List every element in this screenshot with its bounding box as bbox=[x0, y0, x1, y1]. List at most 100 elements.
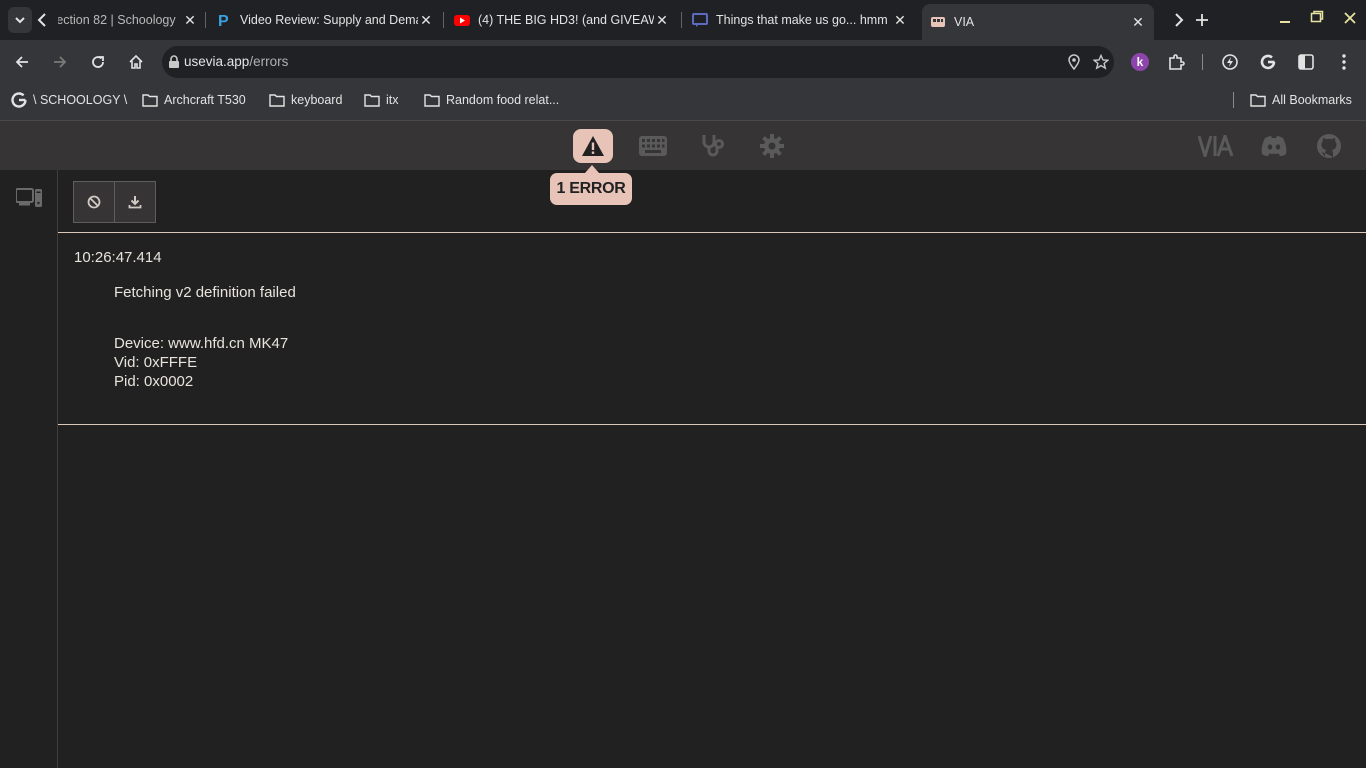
bookmark-label: Random food relat... bbox=[446, 93, 560, 107]
svg-text:P: P bbox=[218, 13, 229, 28]
close-tab-icon[interactable]: ✕ bbox=[892, 12, 908, 28]
tab-title: Section 82 | Schoology bbox=[58, 13, 176, 27]
keyboard-icon bbox=[639, 136, 667, 156]
ban-icon bbox=[87, 195, 101, 209]
folder-icon bbox=[142, 94, 158, 107]
home-button[interactable] bbox=[122, 48, 150, 76]
error-vid: Vid: 0xFFFE bbox=[114, 354, 198, 371]
bookmark-folder-keyboard[interactable]: keyboard bbox=[269, 84, 342, 116]
tab-youtube[interactable]: (4) THE BIG HD3! (and GIVEAWAY ✕ bbox=[454, 4, 670, 36]
all-bookmarks-button[interactable]: All Bookmarks bbox=[1250, 84, 1352, 116]
tab-title: Things that make us go... hmm bbox=[716, 13, 888, 27]
close-tab-icon[interactable]: ✕ bbox=[418, 12, 434, 28]
github-icon bbox=[1317, 134, 1341, 158]
location-pin-icon[interactable] bbox=[1067, 54, 1081, 70]
tooltip-arrow bbox=[585, 165, 599, 173]
bookmark-folder-random-food[interactable]: Random food relat... bbox=[424, 84, 559, 116]
clear-errors-button[interactable] bbox=[73, 181, 115, 223]
address-bar[interactable]: usevia.app/errors bbox=[162, 46, 1114, 78]
profile-avatar: k bbox=[1131, 53, 1149, 71]
bookmark-folder-itx[interactable]: itx bbox=[364, 84, 399, 116]
browser-toolbar: usevia.app/errors k bbox=[0, 40, 1366, 84]
gear-icon bbox=[760, 134, 784, 158]
app-header bbox=[0, 121, 1366, 170]
side-panel-icon bbox=[1298, 54, 1314, 70]
minimize-icon bbox=[1280, 21, 1290, 23]
side-panel-button[interactable] bbox=[1292, 48, 1320, 76]
close-tab-icon[interactable]: ✕ bbox=[182, 12, 198, 28]
folder-icon bbox=[1250, 94, 1266, 107]
forward-button[interactable] bbox=[46, 48, 74, 76]
error-controls bbox=[73, 181, 156, 223]
restore-icon bbox=[1310, 10, 1324, 23]
close-tab-icon[interactable]: ✕ bbox=[654, 12, 670, 28]
via-logo-link[interactable] bbox=[1196, 129, 1240, 163]
error-entry: 10:26:47.414 Fetching v2 definition fail… bbox=[58, 233, 1366, 423]
close-window-button[interactable] bbox=[1343, 11, 1357, 25]
tab-schoology[interactable]: Section 82 | Schoology ✕ bbox=[58, 4, 204, 36]
error-count-tooltip: 1 ERROR bbox=[550, 173, 632, 205]
download-errors-button[interactable] bbox=[115, 181, 156, 223]
url-path: /errors bbox=[249, 54, 289, 69]
bookmark-schoology[interactable]: \ SCHOOLOGY \ bbox=[11, 84, 127, 116]
bookmark-label: \ SCHOOLOGY \ bbox=[33, 93, 128, 107]
error-pid: Pid: 0x0002 bbox=[114, 373, 194, 390]
device-selector-button[interactable] bbox=[16, 188, 42, 208]
tab-video-review[interactable]: P Video Review: Supply and Demand ✕ bbox=[216, 4, 434, 36]
scroll-tabs-left-button[interactable] bbox=[35, 12, 49, 28]
back-button[interactable] bbox=[8, 48, 36, 76]
tab-title: Video Review: Supply and Demand bbox=[240, 13, 418, 27]
error-message: Fetching v2 definition failed bbox=[114, 284, 296, 301]
google-button[interactable] bbox=[1254, 48, 1282, 76]
tab-title: VIA bbox=[954, 15, 975, 29]
bookmark-label: itx bbox=[386, 93, 399, 107]
bookmark-star-icon[interactable] bbox=[1093, 54, 1109, 70]
bookmark-folder-archcraft[interactable]: Archcraft T530 bbox=[142, 84, 246, 116]
home-icon bbox=[129, 54, 143, 69]
all-bookmarks-label: All Bookmarks bbox=[1272, 93, 1352, 107]
reload-icon bbox=[92, 56, 104, 68]
pearson-favicon-icon: P bbox=[218, 13, 229, 28]
url-text: usevia.app/errors bbox=[184, 46, 288, 78]
tab-search-button[interactable] bbox=[8, 7, 32, 33]
close-icon bbox=[1344, 12, 1356, 24]
performance-button[interactable] bbox=[1216, 48, 1244, 76]
download-icon bbox=[128, 196, 142, 209]
new-tab-button[interactable] bbox=[1194, 12, 1210, 28]
lock-icon bbox=[169, 55, 179, 68]
bookmarks-divider bbox=[1233, 92, 1234, 108]
close-tab-icon[interactable]: ✕ bbox=[1130, 14, 1146, 30]
maximize-button[interactable] bbox=[1310, 10, 1324, 24]
tab-via[interactable]: VIA ✕ bbox=[922, 4, 1154, 40]
arrow-right-icon bbox=[54, 56, 67, 68]
error-timestamp: 10:26:47.414 bbox=[74, 249, 162, 266]
errors-tab[interactable] bbox=[573, 129, 613, 163]
profile-extension-button[interactable]: k bbox=[1126, 48, 1154, 76]
reload-button[interactable] bbox=[84, 48, 112, 76]
devices-icon bbox=[16, 188, 42, 207]
folder-icon bbox=[424, 94, 440, 107]
tab-title: (4) THE BIG HD3! (and GIVEAWAY bbox=[478, 13, 654, 27]
tab-things[interactable]: Things that make us go... hmm ✕ bbox=[692, 4, 908, 36]
scroll-tabs-right-button[interactable] bbox=[1172, 12, 1186, 28]
chevron-down-icon bbox=[15, 17, 25, 24]
minimize-button[interactable] bbox=[1278, 12, 1292, 26]
tab-separator bbox=[205, 12, 206, 28]
google-favicon-icon bbox=[11, 92, 27, 108]
test-tab[interactable] bbox=[693, 129, 733, 163]
extensions-button[interactable] bbox=[1162, 48, 1190, 76]
plus-icon bbox=[1196, 14, 1208, 26]
via-favicon-icon bbox=[931, 17, 945, 27]
youtube-favicon-icon bbox=[454, 15, 470, 26]
discord-link[interactable] bbox=[1254, 129, 1294, 163]
settings-tab[interactable] bbox=[752, 129, 792, 163]
arrow-left-icon bbox=[15, 56, 28, 68]
github-link[interactable] bbox=[1309, 129, 1349, 163]
bookmark-label: Archcraft T530 bbox=[164, 93, 246, 107]
via-logo-icon bbox=[1198, 135, 1234, 157]
bookmark-label: keyboard bbox=[291, 93, 343, 107]
chrome-menu-button[interactable] bbox=[1330, 48, 1358, 76]
configure-tab[interactable] bbox=[633, 129, 673, 163]
warning-icon bbox=[582, 136, 604, 156]
error-device: Device: www.hfd.cn MK47 bbox=[114, 335, 289, 352]
